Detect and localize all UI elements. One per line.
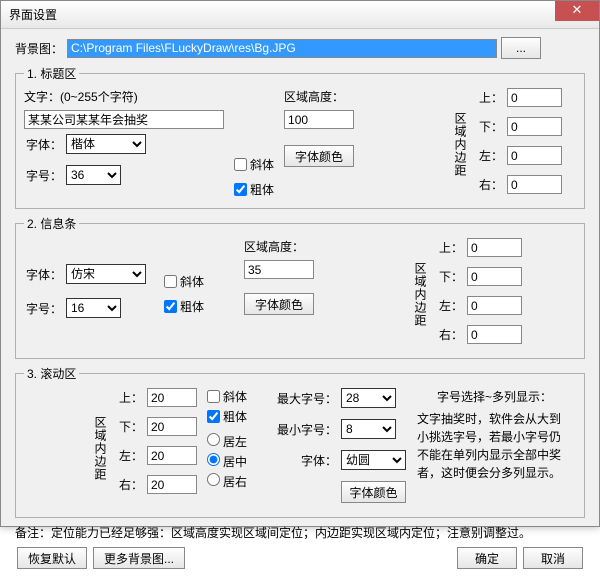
bg-label: 背景图： <box>15 40 63 57</box>
section3-legend: 3. 滚动区 <box>24 365 79 382</box>
s3-margin-top[interactable] <box>147 388 197 407</box>
s1-margin-left[interactable] <box>507 146 562 165</box>
section-info-bar: 2. 信息条 字体：仿宋 字号：16 斜体 粗体 区域高度： 字体颜色 区域内边… <box>15 215 585 359</box>
s1-text-input[interactable] <box>24 110 224 129</box>
s2-size-select[interactable]: 16 <box>66 298 121 318</box>
s1-bold-checkbox[interactable]: 粗体 <box>234 181 274 198</box>
s3-minfont-select[interactable]: 8 <box>341 419 396 439</box>
s1-text-label: 文字：(0~255个字符) <box>24 88 224 105</box>
s2-italic-checkbox[interactable]: 斜体 <box>164 273 234 290</box>
close-button[interactable]: ✕ <box>555 1 599 21</box>
s1-font-label: 字体： <box>24 136 62 153</box>
s1-fontcolor-button[interactable]: 字体颜色 <box>284 145 354 167</box>
section-title-area: 1. 标题区 文字：(0~255个字符) 字体：楷体 字号：36 斜体 粗体 区… <box>15 65 585 209</box>
more-bg-button[interactable]: 更多背景图... <box>93 547 185 569</box>
s3-font-select[interactable]: 幼圆 <box>341 450 406 470</box>
s2-fontcolor-button[interactable]: 字体颜色 <box>244 293 314 315</box>
section1-legend: 1. 标题区 <box>24 65 79 82</box>
s3-align-center-radio[interactable]: 居中 <box>207 453 267 470</box>
browse-button[interactable]: ... <box>501 37 541 59</box>
s1-size-label: 字号： <box>24 167 62 184</box>
s2-bold-checkbox[interactable]: 粗体 <box>164 298 234 315</box>
s1-margin-label: 区域内边距 <box>384 112 469 177</box>
s1-margin-bottom[interactable] <box>507 117 562 136</box>
s3-align-left-radio[interactable]: 居左 <box>207 433 267 450</box>
s2-margin-right[interactable] <box>467 325 522 344</box>
s3-align-right-radio[interactable]: 居右 <box>207 473 267 490</box>
s1-height-label: 区域高度： <box>284 88 374 105</box>
s3-tip-title: 字号选择~多列显示： <box>417 388 572 405</box>
s1-size-select[interactable]: 36 <box>66 165 121 185</box>
dialog-window: 界面设置 ✕ 背景图： ... 1. 标题区 文字：(0~255个字符) 字体：… <box>0 0 600 527</box>
s3-tip-text: 文字抽奖时，软件会从大到小挑选字号，若最小字号仍不能在单列内显示全部中奖者，这时… <box>417 410 572 482</box>
s2-height-input[interactable] <box>244 260 314 279</box>
s3-margin-label: 区域内边距 <box>24 416 109 481</box>
s3-margin-right[interactable] <box>147 475 197 494</box>
s3-margin-left[interactable] <box>147 446 197 465</box>
s3-fontcolor-button[interactable]: 字体颜色 <box>341 481 406 503</box>
s3-italic-checkbox[interactable]: 斜体 <box>207 388 267 405</box>
titlebar: 界面设置 ✕ <box>1 1 599 29</box>
s1-margin-top[interactable] <box>507 88 562 107</box>
restore-default-button[interactable]: 恢复默认 <box>17 547 87 569</box>
ok-button[interactable]: 确定 <box>457 547 517 569</box>
s3-bold-checkbox[interactable]: 粗体 <box>207 408 267 425</box>
s3-margin-bottom[interactable] <box>147 417 197 436</box>
section2-legend: 2. 信息条 <box>24 215 79 232</box>
s2-font-select[interactable]: 仿宋 <box>66 264 146 284</box>
cancel-button[interactable]: 取消 <box>523 547 583 569</box>
s2-margin-bottom[interactable] <box>467 267 522 286</box>
s3-maxfont-select[interactable]: 28 <box>341 388 396 408</box>
bg-path-input[interactable] <box>67 39 497 58</box>
s2-margin-label: 区域内边距 <box>344 262 429 327</box>
s1-margin-right[interactable] <box>507 175 562 194</box>
s1-height-input[interactable] <box>284 110 354 129</box>
s1-font-select[interactable]: 楷体 <box>66 134 146 154</box>
window-title: 界面设置 <box>9 6 57 23</box>
s2-margin-top[interactable] <box>467 238 522 257</box>
section-scroll-area: 3. 滚动区 区域内边距 上： 下： 左： 右： 斜体 粗体 居左 居中 居右 <box>15 365 585 518</box>
s2-margin-left[interactable] <box>467 296 522 315</box>
s1-italic-checkbox[interactable]: 斜体 <box>234 156 274 173</box>
